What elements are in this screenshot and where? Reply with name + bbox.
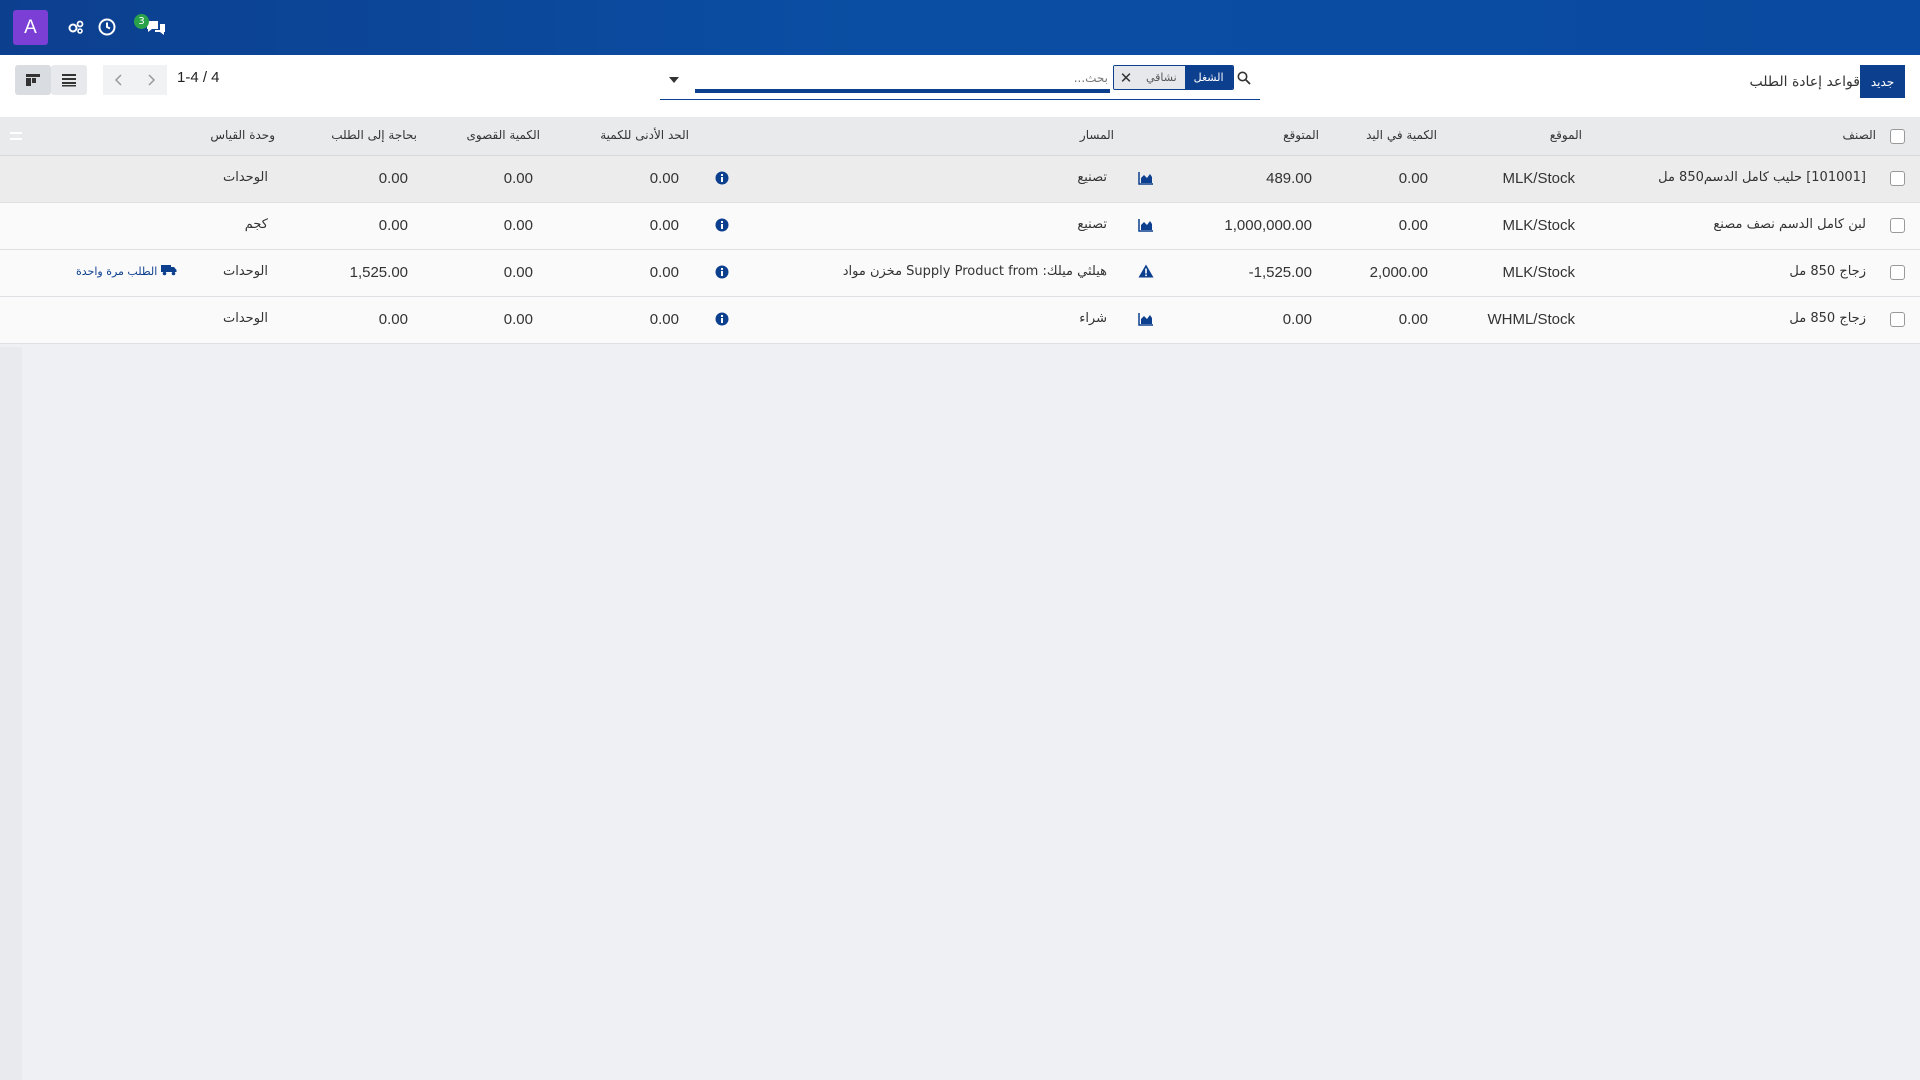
- header-uom[interactable]: وحدة القياس: [210, 128, 275, 142]
- kanban-view-button[interactable]: [15, 65, 51, 95]
- header-on-hand[interactable]: الكمية في اليد: [1366, 128, 1437, 142]
- table-row[interactable]: زجاج 850 مل MLK/Stock 2,000.00 -1,525.00…: [0, 250, 1920, 297]
- top-navbar: A 3: [0, 0, 1920, 55]
- cell-uom: كجم: [244, 217, 268, 232]
- table-row[interactable]: لبن كامل الدسم نصف مصنع MLK/Stock 0.00 1…: [0, 203, 1920, 250]
- cell-forecast: 0.00: [1282, 311, 1312, 328]
- table-header: الصنف الموقع الكمية في اليد المتوقع المس…: [0, 117, 1920, 156]
- chevron-left-icon: [114, 74, 122, 86]
- list-icon: [62, 74, 76, 87]
- cell-location: MLK/Stock: [1502, 170, 1575, 187]
- header-max-qty[interactable]: الكمية القصوى: [467, 128, 540, 142]
- search-icon[interactable]: [1233, 67, 1255, 89]
- cell-max-qty: 0.00: [503, 217, 533, 234]
- select-all-checkbox[interactable]: [1890, 129, 1905, 144]
- warning-icon[interactable]: [1138, 263, 1154, 279]
- search-input[interactable]: [695, 67, 1110, 93]
- cell-on-hand: 0.00: [1398, 311, 1428, 328]
- row-checkbox[interactable]: [1890, 312, 1905, 327]
- cell-product: لبن كامل الدسم نصف مصنع: [1713, 217, 1866, 232]
- cell-min-qty: 0.00: [649, 311, 679, 328]
- clock-icon[interactable]: [94, 14, 120, 40]
- info-icon[interactable]: [714, 217, 730, 233]
- info-icon[interactable]: [714, 264, 730, 280]
- header-to-order[interactable]: بحاجة إلى الطلب: [331, 128, 417, 142]
- cell-route: شراء: [1079, 311, 1107, 326]
- header-min-qty[interactable]: الحد الأدنى للكمية: [600, 128, 689, 142]
- cell-route: تصنيع: [1077, 217, 1107, 232]
- cell-forecast: 489.00: [1266, 170, 1312, 187]
- cell-to-order: 0.00: [378, 311, 408, 328]
- cell-min-qty: 0.00: [649, 264, 679, 281]
- cell-max-qty: 0.00: [503, 170, 533, 187]
- cell-on-hand: 0.00: [1398, 217, 1428, 234]
- header-product[interactable]: الصنف: [1843, 128, 1876, 142]
- list-view-button[interactable]: [51, 65, 87, 95]
- cell-to-order: 0.00: [378, 217, 408, 234]
- facet-remove-icon[interactable]: ✕: [1114, 66, 1138, 89]
- chart-area-icon[interactable]: [1138, 217, 1154, 233]
- pager-previous-button[interactable]: [103, 65, 135, 95]
- header-location[interactable]: الموقع: [1550, 128, 1582, 142]
- cell-product: زجاج 850 مل: [1789, 311, 1866, 326]
- cell-route: هيلثي ميلك: Supply Product from مخزن موا…: [842, 264, 1107, 279]
- cell-location: WHML/Stock: [1487, 311, 1575, 328]
- kanban-icon: [26, 74, 40, 86]
- cell-product: زجاج 850 مل: [1789, 264, 1866, 279]
- cell-forecast: 1,000,000.00: [1224, 217, 1312, 234]
- cell-max-qty: 0.00: [503, 264, 533, 281]
- cell-max-qty: 0.00: [503, 311, 533, 328]
- cell-location: MLK/Stock: [1502, 217, 1575, 234]
- chevron-right-icon: [148, 74, 156, 86]
- truck-icon: [161, 264, 177, 279]
- search-facet: ✕ نشاقي الشغل: [1113, 65, 1234, 90]
- cell-location: MLK/Stock: [1502, 264, 1575, 281]
- table-row[interactable]: [101001] حليب كامل الدسم850 مل MLK/Stock…: [0, 156, 1920, 203]
- table-row[interactable]: زجاج 850 مل WHML/Stock 0.00 0.00 شراء 0.…: [0, 297, 1920, 344]
- chat-badge: 3: [134, 14, 149, 29]
- header-forecast[interactable]: المتوقع: [1283, 128, 1319, 142]
- column-settings-icon[interactable]: [8, 128, 24, 144]
- pager-value[interactable]: 1-4 / 4: [177, 69, 220, 86]
- search-options-toggle[interactable]: [660, 65, 688, 95]
- cell-uom: الوحدات: [223, 170, 268, 185]
- cell-forecast: -1,525.00: [1248, 264, 1312, 281]
- facet-label: الشغل: [1184, 66, 1233, 89]
- facet-value: نشاقي: [1138, 66, 1185, 89]
- row-checkbox[interactable]: [1890, 265, 1905, 280]
- chart-area-icon[interactable]: [1138, 311, 1154, 327]
- pager-next-button[interactable]: [135, 65, 167, 95]
- cell-on-hand: 2,000.00: [1369, 264, 1428, 281]
- cell-uom: الوحدات: [223, 311, 268, 326]
- cell-min-qty: 0.00: [649, 170, 679, 187]
- search-bar: ✕ نشاقي الشغل: [660, 65, 1260, 100]
- control-panel: 1-4 / 4 ✕ نشاقي الشغل قواعد إعادة الطلب …: [0, 55, 1920, 117]
- header-route[interactable]: المسار: [1080, 128, 1114, 142]
- row-checkbox[interactable]: [1890, 218, 1905, 233]
- info-icon[interactable]: [714, 170, 730, 186]
- new-button[interactable]: جديد: [1860, 65, 1905, 98]
- cell-min-qty: 0.00: [649, 217, 679, 234]
- order-once-button[interactable]: الطلب مرة واحدة: [76, 264, 177, 279]
- settings-icon[interactable]: [63, 14, 89, 40]
- info-icon[interactable]: [714, 311, 730, 327]
- cell-to-order: 1,525.00: [349, 264, 408, 281]
- left-edge-panel: [0, 347, 22, 1080]
- cell-uom: الوحدات: [223, 264, 268, 279]
- reordering-rules-table: الصنف الموقع الكمية في اليد المتوقع المس…: [0, 117, 1920, 347]
- row-checkbox[interactable]: [1890, 171, 1905, 186]
- caret-down-icon: [669, 77, 679, 83]
- cell-route: تصنيع: [1077, 170, 1107, 185]
- cell-to-order: 0.00: [378, 170, 408, 187]
- page-title: قواعد إعادة الطلب: [1749, 74, 1860, 90]
- cell-product: [101001] حليب كامل الدسم850 مل: [1658, 170, 1866, 185]
- cell-on-hand: 0.00: [1398, 170, 1428, 187]
- order-once-label: الطلب مرة واحدة: [76, 265, 158, 278]
- chart-area-icon[interactable]: [1138, 170, 1154, 186]
- user-avatar[interactable]: A: [13, 10, 48, 45]
